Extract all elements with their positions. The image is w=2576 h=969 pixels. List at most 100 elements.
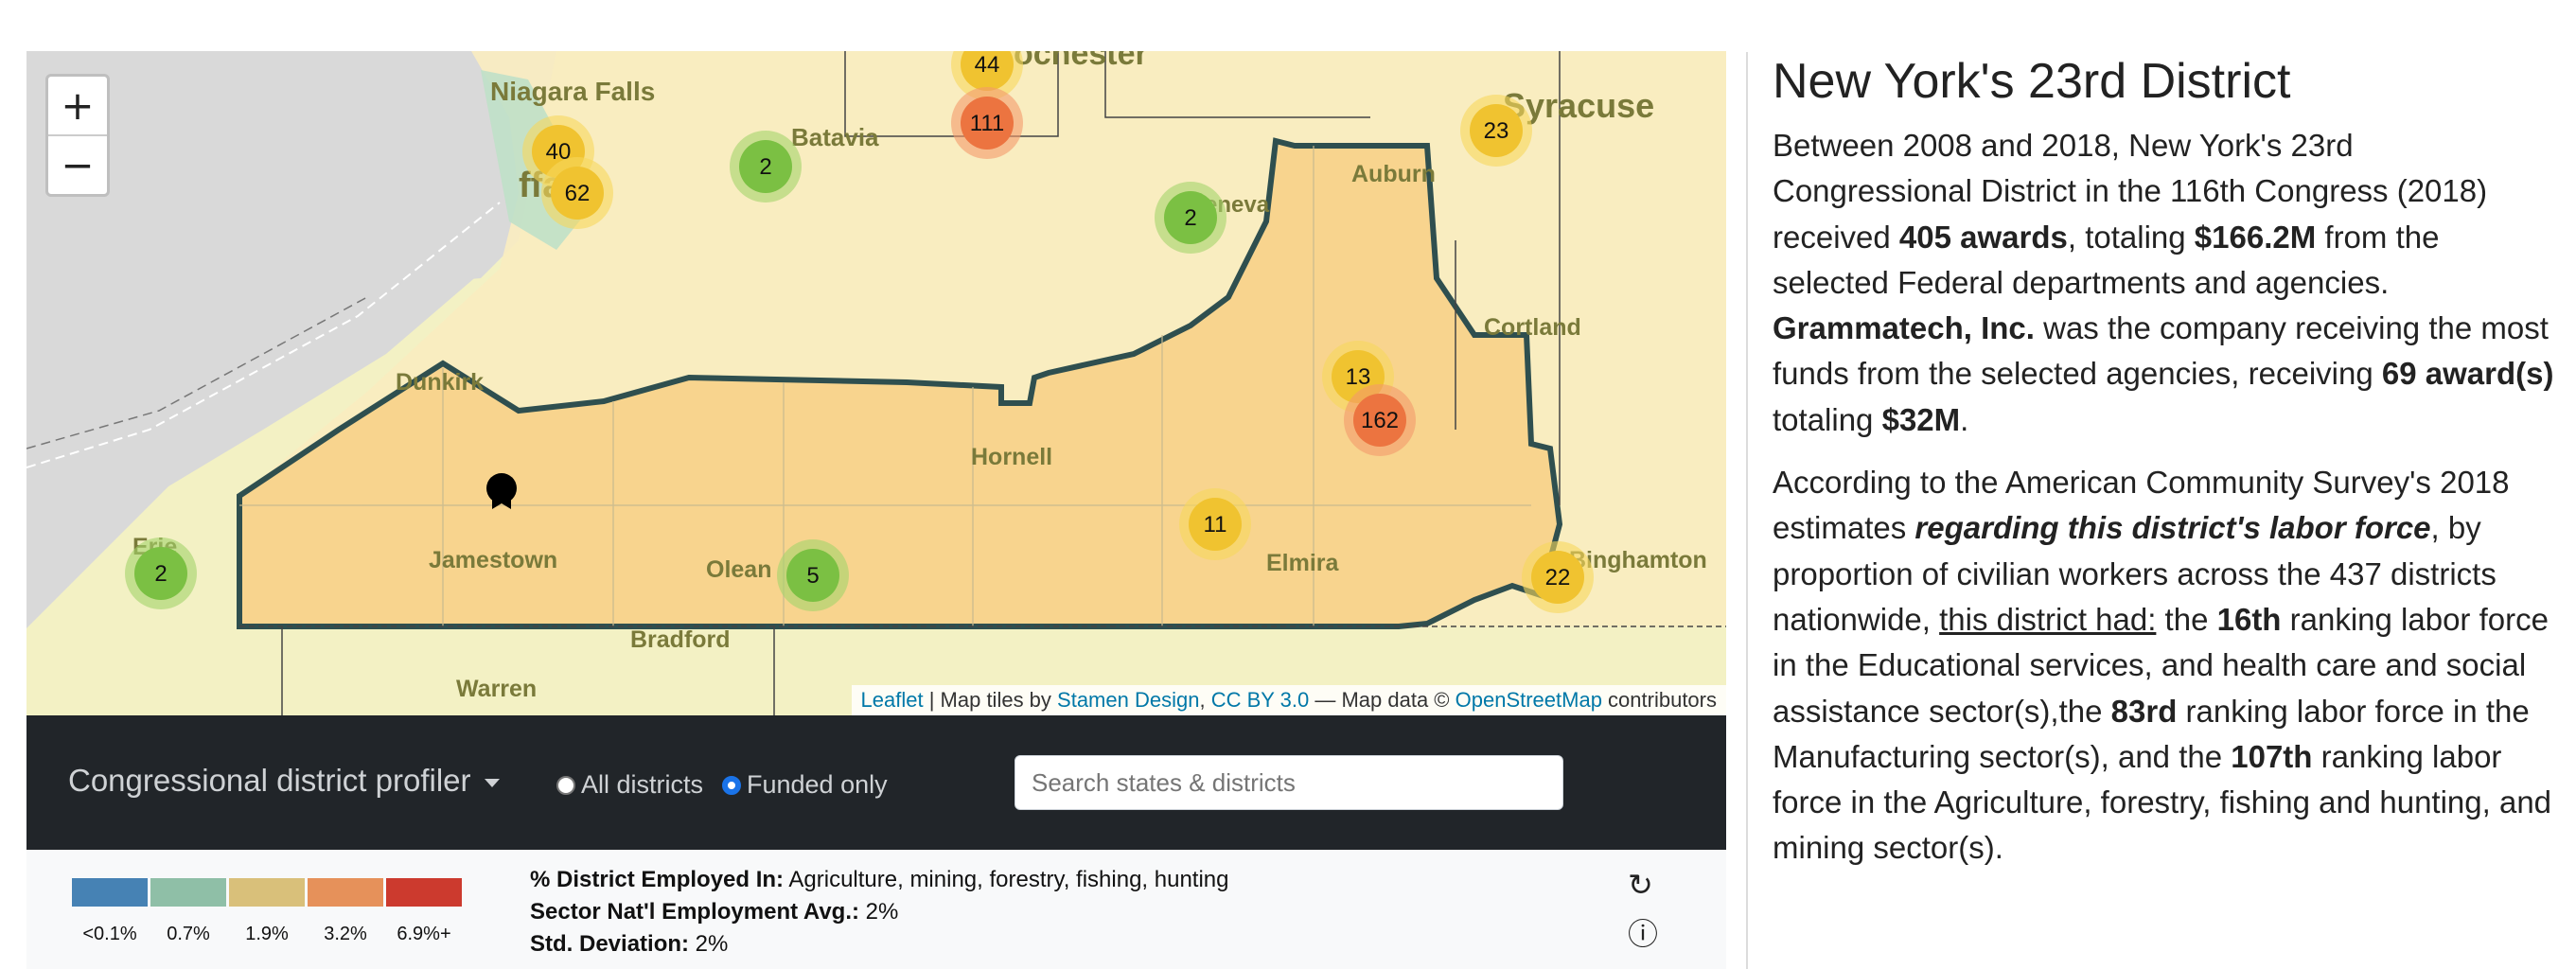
attribution-text: , [1199,688,1211,712]
stamen-link[interactable]: Stamen Design [1057,688,1199,712]
place-label: Niagara Falls [490,77,655,106]
place-label: Elmira [1266,550,1340,576]
license-link[interactable]: CC BY 3.0 [1211,688,1310,712]
place-label: Dunkirk [396,369,484,396]
radio-all-districts[interactable]: All districts [556,770,703,800]
cluster-count: 22 [1545,565,1571,590]
cluster-count: 11 [1204,512,1227,537]
cluster-count: 111 [970,111,1004,136]
company-total: $32M [1881,401,1961,437]
cluster-count: 162 [1361,408,1399,433]
divider [1746,52,1748,969]
place-label: Hornell [971,444,1052,470]
marker-cluster[interactable]: 23 [1460,95,1532,167]
refresh-icon[interactable]: ↻ [1628,867,1653,903]
legend-swatch [229,878,305,907]
summary-text: , totaling [2067,219,2195,255]
zoom-out-button[interactable]: − [48,134,107,194]
info-icon[interactable]: ⓘ [1628,910,1658,954]
rank-3: 107th [2231,738,2313,774]
awards-summary: Between 2008 and 2018, New York's 23rd C… [1773,123,2558,443]
legend-swatch [72,878,148,907]
caret-down-icon [484,778,500,787]
place-label: Batavia [791,123,879,151]
avg-value: 2% [859,899,899,925]
radio-funded-only[interactable]: Funded only [722,770,888,800]
legend-swatch [308,878,383,907]
labor-force-emphasis: regarding this district's labor force [1914,510,2431,546]
place-label: ochester [1014,51,1148,72]
labor-force-summary: According to the American Community Surv… [1773,460,2558,872]
map-attribution: Leaflet | Map tiles by Stamen Design, CC… [851,685,1726,715]
profiler-label: Congressional district profiler [68,763,471,798]
district-had-underline: this district had: [1939,601,2157,637]
cluster-count: 62 [565,181,591,206]
marker-cluster[interactable]: 162 [1344,384,1416,456]
employed-label: % District Employed In: [530,867,785,892]
summary-text: totaling [1773,401,1882,437]
national-avg-line: Sector Nat'l Employment Avg.: 2% [530,899,898,925]
zoom-control: + − [45,74,110,197]
marker-cluster[interactable]: 22 [1522,541,1594,613]
employment-sector-line: % District Employed In: Agriculture, min… [530,867,1229,893]
rank-2: 83rd [2110,693,2178,729]
district-title: New York's 23rd District [1773,54,2291,109]
attribution-text: contributors [1601,688,1717,712]
map-canvas[interactable]: Niagara FallsffaloBataviaochesterSyracus… [26,51,1726,715]
legend-label: 3.2% [324,924,367,944]
place-label: Auburn [1351,161,1436,187]
osm-link[interactable]: OpenStreetMap [1456,688,1602,712]
attribution-text: — Map data © [1309,688,1456,712]
radio-button[interactable] [556,775,575,795]
marker-cluster[interactable]: 5 [777,539,849,611]
legend-label: 6.9%+ [397,924,451,944]
cluster-count: 13 [1346,364,1371,390]
cluster-count: 2 [1184,205,1196,231]
summary-text: the [2156,601,2217,637]
profiler-dropdown[interactable]: Congressional district profiler [68,763,500,799]
avg-label: Sector Nat'l Employment Avg.: [530,899,859,925]
map-panel: Niagara FallsffaloBataviaochesterSyracus… [26,51,1726,969]
place-label: Olean [706,556,771,583]
map-toolbar: Congressional district profiler All dist… [26,715,1726,850]
attribution-text: | Map tiles by [923,688,1058,712]
marker-cluster[interactable]: 2 [1155,182,1226,254]
std-dev-line: Std. Deviation: 2% [530,931,728,958]
legend-panel: <0.1% 0.7% 1.9% 3.2% 6.9%+ % District Em… [26,850,1726,969]
marker-cluster[interactable]: 62 [541,157,613,229]
legend-swatch [386,878,462,907]
place-label: Cortland [1484,314,1581,341]
awards-count: 405 awards [1898,219,2068,255]
cluster-count: 23 [1484,118,1509,144]
cluster-count: 2 [154,561,167,587]
cluster-count: 5 [806,563,819,589]
company-awards: 69 award(s) [2381,356,2554,392]
awards-total: $166.2M [2194,219,2317,255]
leaflet-link[interactable]: Leaflet [861,688,924,712]
radio-button-selected[interactable] [722,775,741,795]
rank-1: 16th [2216,601,2282,637]
std-label: Std. Deviation: [530,931,690,957]
zoom-in-button[interactable]: + [48,77,107,134]
place-label: Warren [456,676,537,702]
radio-label: All districts [581,770,704,799]
legend-swatch [150,878,226,907]
employed-value: Agriculture, mining, forestry, fishing, … [784,867,1229,892]
district-summary: New York's 23rd District Between 2008 an… [1773,47,2558,889]
cluster-count: 2 [759,154,771,180]
place-label: Jamestown [429,547,557,573]
marker-cluster[interactable]: 11 [1179,488,1251,560]
radio-label: Funded only [747,770,888,799]
legend-label: 1.9% [245,924,289,944]
place-label: Bradford [630,626,731,653]
marker-cluster[interactable]: 2 [730,131,802,203]
top-company: Grammatech, Inc. [1773,310,2035,346]
legend-label: 0.7% [167,924,210,944]
summary-text: . [1960,401,1969,437]
marker-cluster[interactable]: 111 [951,87,1023,159]
search-districts-input[interactable] [1015,755,1563,810]
std-value: 2% [689,931,729,957]
marker-cluster[interactable]: 2 [125,537,197,609]
district-map[interactable]: Niagara FallsffaloBataviaochesterSyracus… [26,51,1726,715]
cluster-count: 44 [975,52,1000,78]
